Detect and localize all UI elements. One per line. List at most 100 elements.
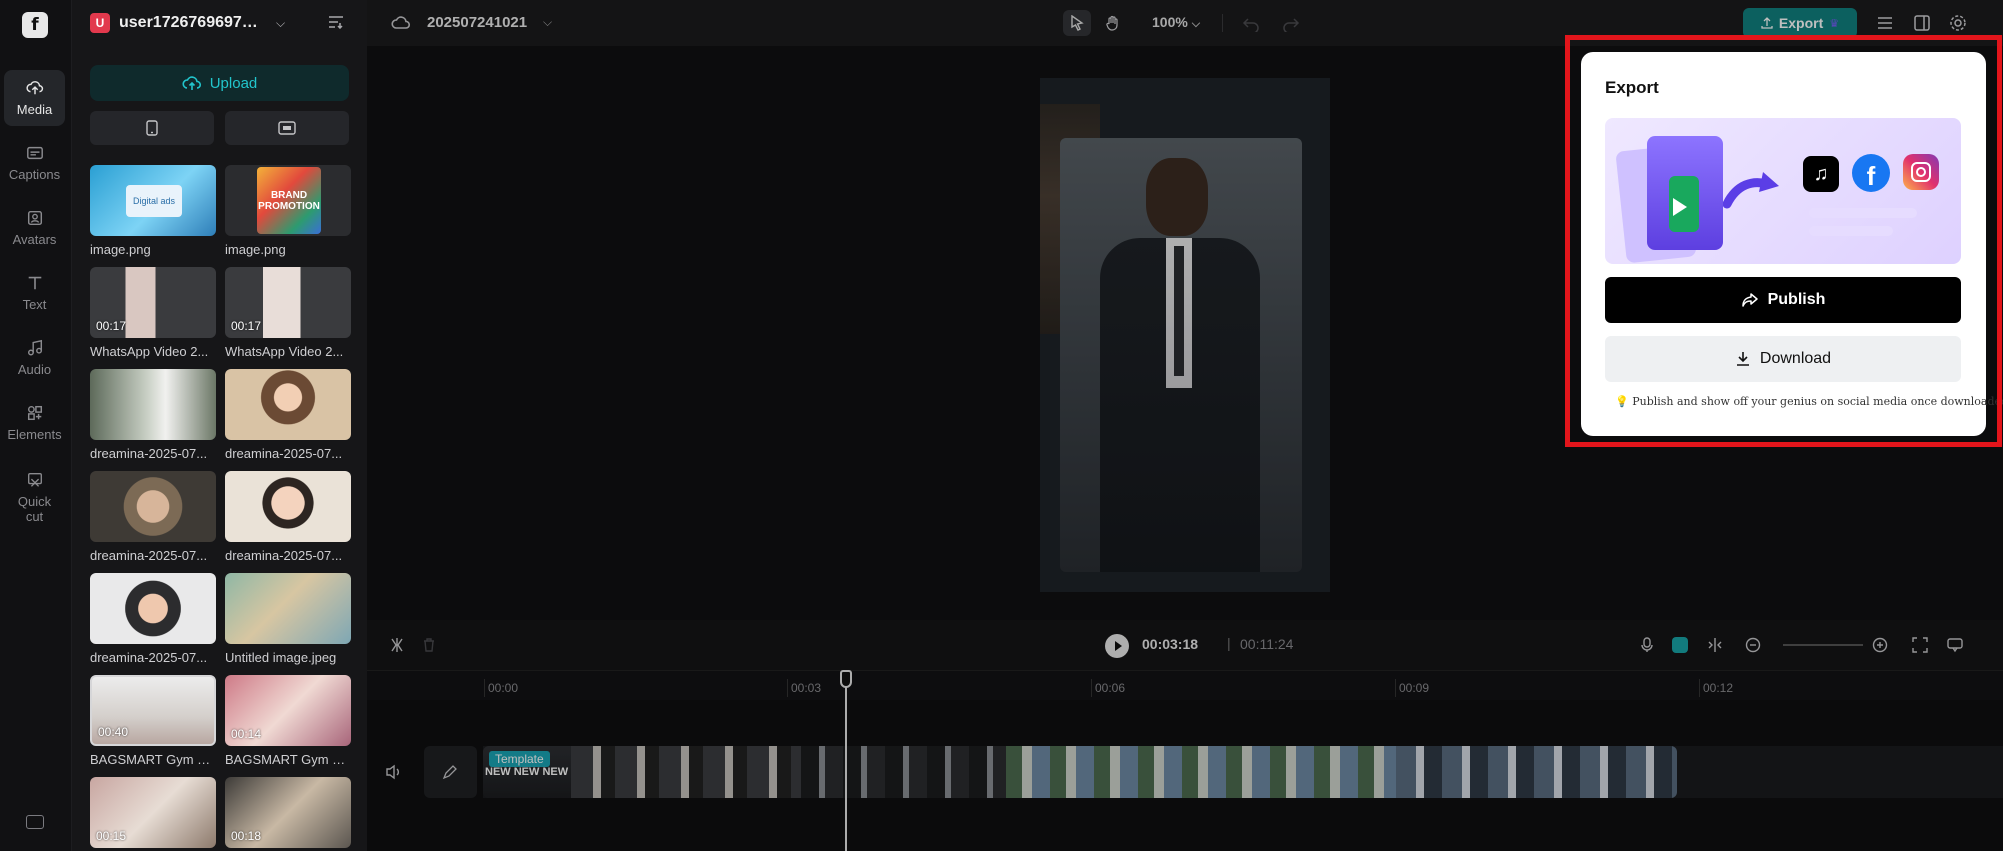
media-item[interactable]: dreamina-2025-07... [225, 369, 351, 461]
landscape-icon [278, 121, 296, 135]
media-name: BAGSMART Gym B... [90, 752, 216, 767]
layers-icon[interactable] [1876, 14, 1894, 32]
duration-badge: 00:17 [231, 319, 262, 333]
hand-tool-button[interactable] [1099, 10, 1127, 36]
rail-label: Media [16, 102, 53, 117]
media-name: WhatsApp Video 2... [90, 344, 209, 359]
timeline-zoom-slider[interactable] [1783, 644, 1863, 646]
media-thumbnail: 00:17 [225, 267, 351, 338]
panel-layout-icon[interactable] [1913, 14, 1931, 32]
keyboard-shortcuts-icon[interactable] [26, 815, 44, 829]
sort-icon[interactable] [328, 15, 344, 29]
select-tool-button[interactable] [1063, 10, 1091, 36]
delete-icon[interactable] [421, 637, 437, 653]
media-thumbnail: 00:18 [225, 777, 351, 848]
split-scene-icon[interactable] [1707, 637, 1723, 653]
hand-icon [1106, 15, 1118, 31]
landscape-filter-button[interactable] [225, 111, 349, 145]
template-tag: Template [489, 751, 550, 767]
rail-item-quick-cut[interactable]: Quick cut [4, 465, 65, 529]
speaker-icon[interactable] [385, 764, 403, 780]
redo-icon[interactable] [1282, 14, 1300, 32]
upload-icon [1761, 17, 1773, 29]
feedback-icon[interactable] [1947, 637, 1963, 653]
zoom-out-icon[interactable] [1745, 637, 1761, 653]
media-item[interactable]: 00:17 WhatsApp Video 2... [225, 267, 351, 359]
auto-snap-toggle[interactable] [1672, 637, 1688, 653]
rail-item-audio[interactable]: Audio [4, 330, 65, 386]
play-button[interactable] [1105, 634, 1129, 658]
media-thumbnail [90, 369, 216, 440]
undo-icon[interactable] [1242, 14, 1260, 32]
rail-item-captions[interactable]: Captions [4, 135, 65, 191]
media-item[interactable]: 00:17 WhatsApp Video 2... [90, 267, 216, 359]
project-name[interactable]: 202507241021 [427, 14, 527, 31]
ruler-tick: 00:12 [1698, 679, 1734, 697]
rail-label: Quick cut [17, 493, 52, 524]
media-item[interactable]: 00:40 BAGSMART Gym B... [90, 675, 216, 767]
media-name: dreamina-2025-07... [225, 548, 343, 563]
video-clip[interactable]: NEW NEW NEW [483, 746, 1677, 798]
portrait-filter-button[interactable] [90, 111, 214, 145]
media-item[interactable]: dreamina-2025-07... [90, 369, 216, 461]
thumb-caption: BRAND PROMOTION [257, 167, 321, 234]
zoom-in-icon[interactable] [1872, 637, 1888, 653]
zoom-level-dropdown[interactable]: 100% ⌵ [1152, 14, 1200, 31]
current-time: 00:03:18 [1142, 636, 1199, 652]
media-item[interactable]: dreamina-2025-07... [90, 573, 216, 665]
rail-label: Text [22, 297, 47, 312]
rail-item-avatars[interactable]: Avatars [4, 200, 65, 256]
media-item[interactable]: 00:18 [225, 777, 351, 848]
duration-badge: 00:40 [98, 725, 129, 739]
app-logo[interactable]: f [22, 12, 48, 38]
media-name: WhatsApp Video 2... [225, 344, 344, 359]
rail-item-elements[interactable]: Elements [4, 395, 65, 451]
thumb-caption: Digital ads [126, 185, 182, 217]
export-label: Export [1778, 15, 1824, 31]
ruler-tick: 00:03 [786, 679, 822, 697]
settings-gear-icon[interactable] [1949, 14, 1967, 32]
workspace-avatar: U [90, 13, 110, 33]
upload-button[interactable]: Upload [90, 65, 349, 101]
media-item[interactable]: BRAND PROMOTION image.png [225, 165, 351, 257]
zoom-value: 100% [1152, 14, 1188, 30]
split-icon[interactable] [389, 637, 405, 653]
media-item[interactable]: dreamina-2025-07... [90, 471, 216, 563]
highlight-box [1565, 35, 2002, 447]
foreground-photo[interactable] [1060, 138, 1302, 572]
rail-label: Avatars [12, 232, 57, 247]
ruler-tick: 00:06 [1090, 679, 1126, 697]
media-item[interactable]: 00:14 BAGSMART Gym B... [225, 675, 351, 767]
media-name: dreamina-2025-07... [90, 446, 208, 461]
cursor-icon [1071, 15, 1084, 31]
media-item[interactable]: Digital ads image.png [90, 165, 216, 257]
workspace-switcher[interactable]: U user172676969755... ⌵ [90, 12, 285, 34]
photo-head [1146, 158, 1208, 236]
clip-frames [571, 746, 801, 798]
export-button[interactable]: Export ♛ [1743, 8, 1857, 38]
cloud-upload-icon [182, 76, 201, 90]
rail-item-text[interactable]: Text [4, 265, 65, 321]
media-thumbnail: 00:40 [90, 675, 216, 746]
microphone-icon[interactable] [1639, 637, 1655, 653]
fit-screen-icon[interactable] [1912, 637, 1928, 653]
track-edit-button[interactable] [424, 746, 477, 798]
timeline-controls: 00:03:18 | 00:11:24 [367, 620, 2003, 670]
playhead-handle[interactable] [840, 670, 852, 688]
chevron-down-icon[interactable]: ⌵ [543, 15, 552, 30]
video-frame[interactable] [1040, 78, 1330, 592]
rail-item-media[interactable]: Media [4, 70, 65, 126]
clip-frames [1396, 746, 1677, 798]
ruler-tick: 00:00 [483, 679, 519, 697]
timeline-ruler[interactable]: 00:00 00:03 00:06 00:09 00:12 [367, 670, 2003, 700]
media-item[interactable]: Untitled image.jpeg [225, 573, 351, 665]
workspace-name: user172676969755... [119, 14, 264, 31]
playhead[interactable] [845, 670, 847, 851]
media-item[interactable]: 00:15 [90, 777, 216, 848]
media-thumbnail: Digital ads [90, 165, 216, 236]
media-item[interactable]: dreamina-2025-07... [225, 471, 351, 563]
music-note-icon [27, 339, 42, 356]
captions-icon [26, 146, 43, 160]
media-name: dreamina-2025-07... [90, 548, 208, 563]
media-thumbnail [225, 573, 351, 644]
